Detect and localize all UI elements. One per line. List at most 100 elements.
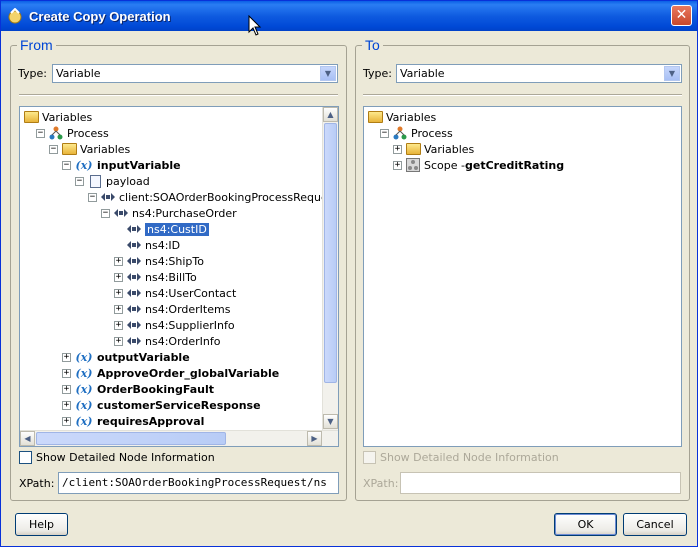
expand-icon[interactable]: + <box>62 400 71 410</box>
tree-node[interactable]: Variables <box>23 109 92 125</box>
tree-node-label: Variables <box>42 110 93 124</box>
expand-icon[interactable]: + <box>62 416 71 426</box>
collapse-icon[interactable]: − <box>101 208 110 218</box>
tree-node[interactable]: + ns4:ShipTo <box>114 253 204 269</box>
expand-icon[interactable]: + <box>62 368 71 378</box>
collapse-icon[interactable]: − <box>88 192 97 202</box>
tree-node[interactable]: + ns4:OrderInfo <box>114 333 221 349</box>
mouse-cursor-icon <box>248 15 262 36</box>
tree-node[interactable]: + Variables <box>393 141 474 157</box>
to-detail-checkbox-row: Show Detailed Node Information <box>363 451 559 464</box>
from-vertical-scrollbar[interactable]: ▲ ▼ <box>322 107 338 430</box>
process-icon <box>392 126 408 140</box>
tree-node[interactable]: ns4:CustID <box>114 221 209 237</box>
to-xpath-field <box>400 472 681 494</box>
folder-icon <box>405 142 421 156</box>
from-horizontal-scrollbar[interactable]: ◀ ▶ <box>20 430 338 446</box>
to-separator <box>363 94 682 96</box>
from-type-select[interactable]: Variable ▼ <box>52 64 338 83</box>
from-group: From Type: Variable ▼ Variables − Process −… <box>10 37 347 501</box>
cancel-button[interactable]: Cancel <box>623 513 687 536</box>
tree-node[interactable]: − (x) inputVariable <box>62 157 181 173</box>
title-bar[interactable]: Create Copy Operation ✕ <box>1 1 697 31</box>
tree-node[interactable]: + ns4:SupplierInfo <box>114 317 235 333</box>
tree-node[interactable]: + (x) customerServiceResponse <box>62 397 261 413</box>
tree-node-label: ns4:PurchaseOrder <box>132 206 237 220</box>
help-button[interactable]: Help <box>15 513 68 536</box>
variable-icon: (x) <box>75 414 93 428</box>
tree-node-label: Variables <box>386 110 437 124</box>
tree-node-label: Scope - <box>424 158 465 172</box>
tree-node-label: ns4:ID <box>145 238 181 252</box>
collapse-icon[interactable]: − <box>62 160 71 170</box>
tree-node[interactable]: Variables <box>367 109 436 125</box>
variable-icon: (x) <box>75 366 93 380</box>
tree-node-label: ns4:OrderInfo <box>145 334 221 348</box>
tree-node[interactable]: + (x) ApproveOrder_globalVariable <box>62 365 279 381</box>
tree-node[interactable]: − Process <box>380 125 453 141</box>
element-icon <box>126 286 142 300</box>
tree-node-label: ns4:CustID <box>145 222 209 236</box>
expand-icon[interactable]: + <box>114 272 123 282</box>
variable-icon: (x) <box>75 350 93 364</box>
tree-node-label: client:SOAOrderBookingProcessReque <box>119 190 328 204</box>
from-xpath-field[interactable]: /client:SOAOrderBookingProcessRequest/ns <box>58 472 339 494</box>
from-detail-checkbox-row[interactable]: Show Detailed Node Information <box>19 451 215 464</box>
tree-node[interactable]: + (x) OrderBookingFault <box>62 381 214 397</box>
chevron-down-icon[interactable]: ▼ <box>664 66 680 81</box>
to-tree[interactable]: Variables − Process + Variables + Scope - getC… <box>363 106 682 447</box>
expand-icon[interactable]: + <box>114 304 123 314</box>
tree-node[interactable]: + Scope - getCreditRating <box>393 157 564 173</box>
scroll-down-button[interactable]: ▼ <box>323 414 338 429</box>
tree-node-label: Process <box>67 126 109 140</box>
tree-node[interactable]: ns4:ID <box>114 237 180 253</box>
expand-icon[interactable]: + <box>62 352 71 362</box>
tree-node[interactable]: + (x) outputVariable <box>62 349 190 365</box>
scroll-left-button[interactable]: ◀ <box>20 431 35 446</box>
tree-node-label: payload <box>106 174 150 188</box>
expand-icon[interactable]: + <box>114 288 123 298</box>
tree-node[interactable]: + ns4:OrderItems <box>114 301 230 317</box>
from-tree[interactable]: Variables − Process − Variables − (x) inputVari… <box>19 106 339 447</box>
collapse-icon[interactable]: − <box>380 128 389 138</box>
expand-icon[interactable]: + <box>62 384 71 394</box>
document-icon <box>87 174 103 188</box>
tree-node[interactable]: − Variables <box>49 141 130 157</box>
expand-icon[interactable]: + <box>114 256 123 266</box>
tree-node[interactable]: + (x) requiresApproval <box>62 413 204 429</box>
expand-icon[interactable]: + <box>393 160 402 170</box>
chevron-down-icon[interactable]: ▼ <box>320 66 336 81</box>
to-type-label: Type: <box>363 67 392 80</box>
tree-node-label: ns4:ShipTo <box>145 254 204 268</box>
to-group: To Type: Variable ▼ Variables − Process + Va… <box>355 37 690 501</box>
tree-node[interactable]: − ns4:PurchaseOrder <box>101 205 237 221</box>
scroll-right-button[interactable]: ▶ <box>307 431 322 446</box>
to-type-select[interactable]: Variable ▼ <box>396 64 682 83</box>
tree-node[interactable]: − payload <box>75 173 150 189</box>
window-title: Create Copy Operation <box>29 8 171 24</box>
collapse-icon[interactable]: − <box>75 176 84 186</box>
element-icon <box>113 206 129 220</box>
scope-icon <box>405 158 421 172</box>
expand-icon[interactable]: + <box>393 144 402 154</box>
tree-node[interactable]: + ns4:BillTo <box>114 269 197 285</box>
folder-icon <box>23 110 39 124</box>
ok-button[interactable]: OK <box>554 513 617 536</box>
tree-node[interactable]: − client:SOAOrderBookingProcessReque <box>88 189 328 205</box>
close-button[interactable]: ✕ <box>671 5 692 26</box>
vertical-scroll-thumb[interactable] <box>324 123 337 383</box>
tree-node-label: Variables <box>80 142 131 156</box>
tree-node[interactable]: − Process <box>36 125 109 141</box>
from-detail-checkbox[interactable] <box>19 451 32 464</box>
copy-operation-icon <box>8 8 22 24</box>
scroll-up-button[interactable]: ▲ <box>323 107 338 122</box>
horizontal-scroll-thumb[interactable] <box>36 432 226 445</box>
variable-icon: (x) <box>75 158 93 172</box>
expand-icon[interactable]: + <box>114 320 123 330</box>
tree-node[interactable]: + ns4:UserContact <box>114 285 236 301</box>
collapse-icon[interactable]: − <box>36 128 45 138</box>
expand-icon[interactable]: + <box>114 336 123 346</box>
element-icon <box>126 270 142 284</box>
collapse-icon[interactable]: − <box>49 144 58 154</box>
